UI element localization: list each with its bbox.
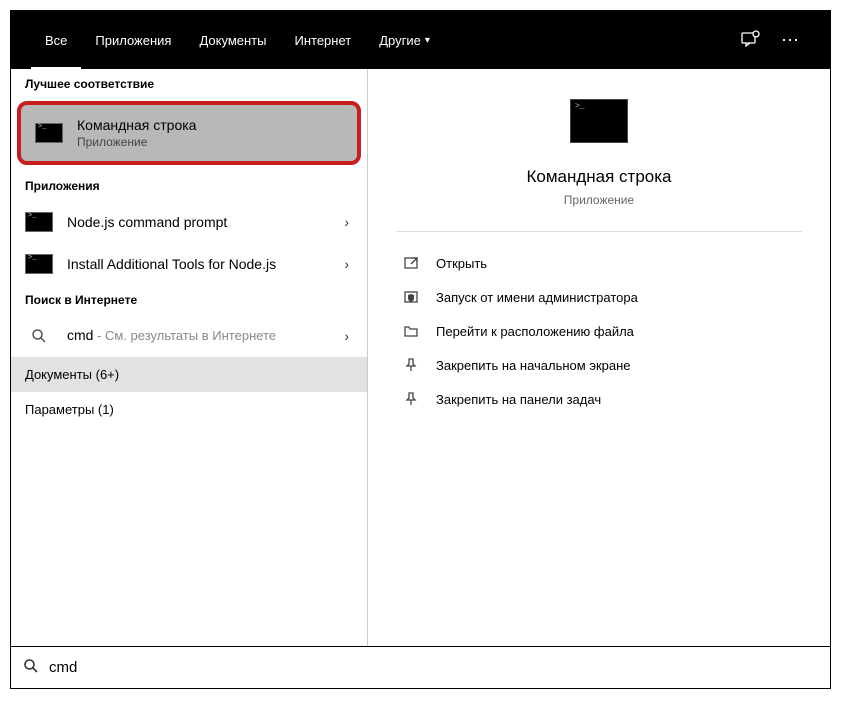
best-match-result[interactable]: Командная строка Приложение	[17, 101, 361, 165]
shield-icon	[400, 289, 422, 305]
tab-other[interactable]: Другие▾	[365, 11, 444, 69]
more-icon[interactable]: ⋯	[770, 11, 810, 69]
folder-icon	[400, 323, 422, 339]
app-result[interactable]: Node.js command prompt ›	[11, 201, 367, 243]
search-bar[interactable]	[11, 646, 830, 688]
section-best-match: Лучшее соответствие	[11, 69, 367, 99]
results-pane: Лучшее соответствие Командная строка При…	[11, 69, 368, 646]
app-result-title: Node.js command prompt	[67, 214, 340, 230]
group-parameters[interactable]: Параметры (1)	[11, 392, 367, 427]
cmd-icon	[25, 253, 53, 275]
action-pin-start[interactable]: Закрепить на начальном экране	[396, 348, 802, 382]
preview-card: Командная строка Приложение	[396, 99, 802, 232]
action-run-admin[interactable]: Запуск от имени администратора	[396, 280, 802, 314]
preview-subtitle: Приложение	[564, 193, 634, 207]
preview-app-icon	[570, 99, 628, 143]
group-documents[interactable]: Документы (6+)	[11, 357, 367, 392]
pin-icon	[400, 357, 422, 373]
preview-title: Командная строка	[526, 167, 671, 187]
preview-pane: Командная строка Приложение Открыть Запу…	[368, 69, 830, 646]
tab-web[interactable]: Интернет	[280, 11, 365, 69]
section-web: Поиск в Интернете	[11, 285, 367, 315]
action-open[interactable]: Открыть	[396, 246, 802, 280]
action-pin-taskbar[interactable]: Закрепить на панели задач	[396, 382, 802, 416]
tabbar: Все Приложения Документы Интернет Другие…	[11, 11, 830, 69]
best-match-subtitle: Приложение	[77, 135, 196, 149]
web-hint: - См. результаты в Интернете	[93, 328, 276, 343]
action-label: Перейти к расположению файла	[436, 324, 634, 339]
tab-apps[interactable]: Приложения	[81, 11, 185, 69]
action-label: Запуск от имени администратора	[436, 290, 638, 305]
search-window: Все Приложения Документы Интернет Другие…	[10, 10, 831, 689]
app-result[interactable]: Install Additional Tools for Node.js ›	[11, 243, 367, 285]
web-result[interactable]: cmd - См. результаты в Интернете ›	[11, 315, 367, 357]
cmd-icon	[25, 211, 53, 233]
chevron-down-icon: ▾	[425, 35, 430, 46]
open-icon	[400, 255, 422, 271]
search-icon	[23, 658, 39, 678]
app-result-title: Install Additional Tools for Node.js	[67, 256, 340, 272]
section-apps: Приложения	[11, 171, 367, 201]
search-input[interactable]	[49, 659, 818, 676]
feedback-icon[interactable]	[730, 11, 770, 69]
action-open-location[interactable]: Перейти к расположению файла	[396, 314, 802, 348]
pin-icon	[400, 391, 422, 407]
tab-all[interactable]: Все	[31, 11, 81, 69]
action-label: Закрепить на начальном экране	[436, 358, 631, 373]
tab-docs[interactable]: Документы	[185, 11, 280, 69]
chevron-right-icon[interactable]: ›	[340, 214, 353, 230]
cmd-icon	[35, 122, 63, 144]
chevron-right-icon[interactable]: ›	[340, 256, 353, 272]
action-label: Открыть	[436, 256, 487, 271]
chevron-right-icon[interactable]: ›	[340, 328, 353, 344]
web-query: cmd	[67, 327, 93, 343]
best-match-title: Командная строка	[77, 117, 196, 133]
search-icon	[25, 325, 53, 347]
action-label: Закрепить на панели задач	[436, 392, 601, 407]
